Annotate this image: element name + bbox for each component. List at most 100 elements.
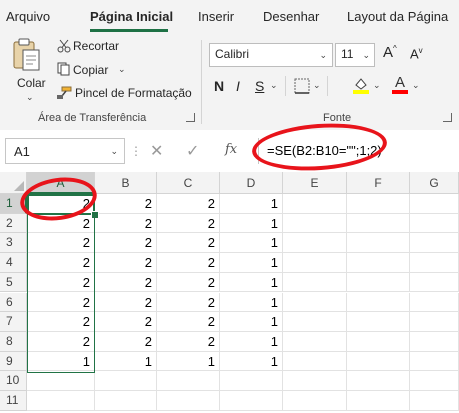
cell-b9[interactable]: 1 [95,351,157,372]
cell-g8[interactable] [410,331,459,352]
cell-e9[interactable] [283,351,347,372]
cell-a11[interactable] [27,391,95,411]
cell-g9[interactable] [410,351,459,372]
borders-chevron-icon[interactable]: ⌄ [313,80,321,91]
cell-f8[interactable] [347,331,410,352]
insert-function-button[interactable]: fx [225,142,237,157]
cell-f5[interactable] [347,272,410,293]
italic-button[interactable]: I [236,78,240,94]
cell-b3[interactable]: 2 [95,233,157,254]
grow-font-button[interactable]: A^ [383,44,397,61]
row-header-11[interactable]: 11 [0,391,27,411]
paste-button[interactable]: Colar ⌄ [6,38,46,102]
cell-e2[interactable] [283,213,347,234]
cell-c3[interactable]: 2 [157,233,220,254]
cell-f4[interactable] [347,253,410,273]
tab-layout-da-pagina[interactable]: Layout da Página [347,9,448,24]
format-painter-button[interactable]: Pincel de Formatação [75,86,192,100]
tab-inserir[interactable]: Inserir [198,9,234,24]
cell-d7[interactable]: 1 [220,312,283,332]
cell-b5[interactable]: 2 [95,272,157,293]
row-header-3[interactable]: 3 [0,233,27,254]
column-header-f[interactable]: F [347,172,410,194]
cell-d1[interactable]: 1 [220,194,283,214]
cell-d11[interactable] [220,391,283,411]
tab-arquivo[interactable]: Arquivo [6,9,50,24]
row-header-9[interactable]: 9 [0,351,27,372]
cell-c4[interactable]: 2 [157,253,220,273]
clipboard-launcher-icon[interactable] [186,113,195,122]
cell-e6[interactable] [283,292,347,313]
underline-button[interactable]: S [255,78,264,94]
cell-g10[interactable] [410,371,459,391]
cancel-icon[interactable]: ✕ [150,141,163,161]
cell-a10[interactable] [27,371,95,391]
copy-button[interactable]: Copiar [73,63,108,77]
cell-d9[interactable]: 1 [220,351,283,372]
cell-f6[interactable] [347,292,410,313]
cell-b6[interactable]: 2 [95,292,157,313]
column-header-c[interactable]: C [157,172,220,194]
column-header-b[interactable]: B [95,172,157,194]
cell-f3[interactable] [347,233,410,254]
cell-c8[interactable]: 2 [157,331,220,352]
cell-c11[interactable] [157,391,220,411]
cell-c6[interactable]: 2 [157,292,220,313]
cell-f7[interactable] [347,312,410,332]
cell-g3[interactable] [410,233,459,254]
cell-e11[interactable] [283,391,347,411]
cell-g7[interactable] [410,312,459,332]
row-header-6[interactable]: 6 [0,292,27,313]
cell-b2[interactable]: 2 [95,213,157,234]
row-header-8[interactable]: 8 [0,331,27,352]
cell-f11[interactable] [347,391,410,411]
copy-chevron-icon[interactable]: ⌄ [118,64,126,75]
name-box-chevron-icon[interactable]: ⌄ [110,146,118,157]
tab-pagina-inicial[interactable]: Página Inicial [90,9,173,24]
column-header-e[interactable]: E [283,172,347,194]
font-color-button[interactable]: A [395,74,405,91]
cell-d5[interactable]: 1 [220,272,283,293]
fill-color-chevron-icon[interactable]: ⌄ [373,80,381,91]
borders-icon[interactable] [294,78,310,94]
font-color-chevron-icon[interactable]: ⌄ [412,80,420,91]
row-header-4[interactable]: 4 [0,253,27,273]
cell-g11[interactable] [410,391,459,411]
cell-b10[interactable] [95,371,157,391]
cell-b7[interactable]: 2 [95,312,157,332]
cell-d3[interactable]: 1 [220,233,283,254]
shrink-font-button[interactable]: Av [410,46,423,61]
cell-f9[interactable] [347,351,410,372]
underline-chevron-icon[interactable]: ⌄ [270,80,278,91]
font-launcher-icon[interactable] [443,113,452,122]
cell-c10[interactable] [157,371,220,391]
cell-d2[interactable]: 1 [220,213,283,234]
cell-d10[interactable] [220,371,283,391]
font-size-dropdown[interactable]: 11 ⌄ [335,43,375,67]
bold-button[interactable]: N [214,78,224,94]
cell-c1[interactable]: 2 [157,194,220,214]
cell-f1[interactable] [347,194,410,214]
row-header-10[interactable]: 10 [0,371,27,391]
cell-g5[interactable] [410,272,459,293]
font-name-dropdown[interactable]: Calibri ⌄ [209,43,333,67]
cell-c2[interactable]: 2 [157,213,220,234]
cell-f2[interactable] [347,213,410,234]
cell-e3[interactable] [283,233,347,254]
cell-e1[interactable] [283,194,347,214]
cell-d4[interactable]: 1 [220,253,283,273]
cell-f10[interactable] [347,371,410,391]
cell-g4[interactable] [410,253,459,273]
cell-d6[interactable]: 1 [220,292,283,313]
cell-c5[interactable]: 2 [157,272,220,293]
cell-b1[interactable]: 2 [95,194,157,214]
cell-d8[interactable]: 1 [220,331,283,352]
fill-color-icon[interactable] [352,76,370,94]
column-header-d[interactable]: D [220,172,283,194]
cell-g1[interactable] [410,194,459,214]
cell-e8[interactable] [283,331,347,352]
cell-c9[interactable]: 1 [157,351,220,372]
enter-icon[interactable]: ✓ [186,141,199,161]
cell-b8[interactable]: 2 [95,331,157,352]
paste-chevron-icon[interactable]: ⌄ [26,92,34,103]
